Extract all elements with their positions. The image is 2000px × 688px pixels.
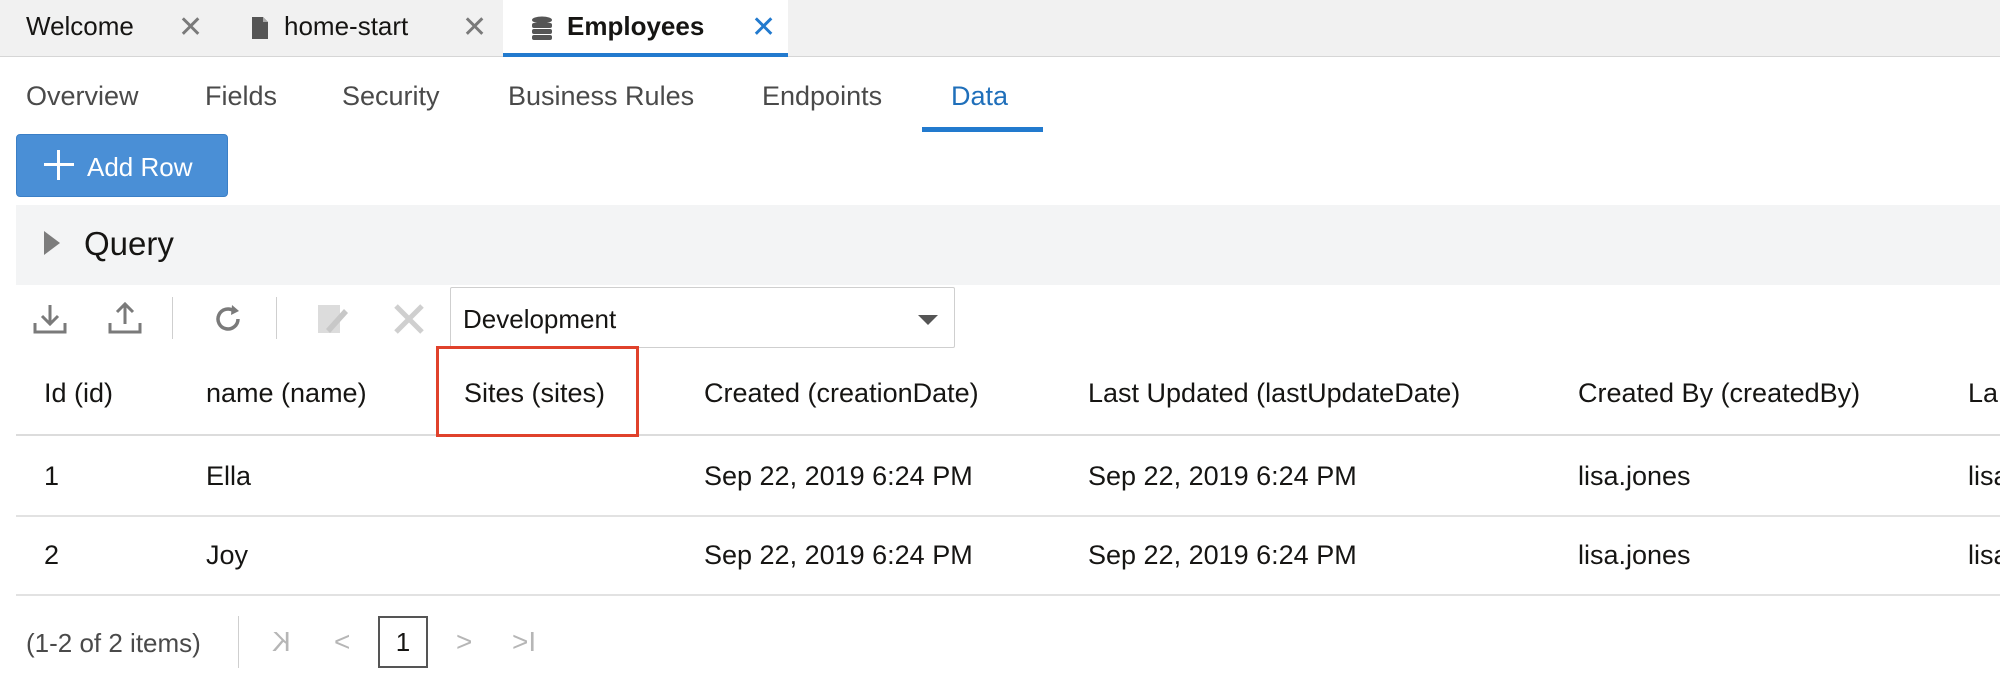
next-page-icon[interactable]: > [456, 626, 472, 658]
column-header-created[interactable]: Created (creationDate) [704, 378, 979, 409]
table-row[interactable]: 1 Ella Sep 22, 2019 6:24 PM Sep 22, 2019… [16, 438, 2000, 517]
close-icon[interactable]: ✕ [751, 10, 776, 46]
column-header-last-updated[interactable]: Last Updated (lastUpdateDate) [1088, 378, 1460, 409]
query-title: Query [84, 225, 174, 262]
editor-tab-label: Welcome [26, 11, 134, 41]
add-row-label: Add Row [87, 152, 193, 182]
cell-truncated: lisa [1968, 461, 2000, 491]
cell-last-updated: Sep 22, 2019 6:24 PM [1088, 540, 1357, 570]
expand-triangle-icon[interactable] [44, 231, 60, 255]
tab-security[interactable]: Security [342, 81, 440, 112]
delete-icon[interactable] [389, 299, 429, 339]
tab-business-rules[interactable]: Business Rules [508, 81, 694, 112]
close-icon[interactable]: ✕ [178, 10, 203, 46]
editor-tab-welcome[interactable]: Welcome ✕ [0, 0, 220, 56]
editor-tab-home-start[interactable]: home-start ✕ [220, 0, 503, 56]
pagination-divider [238, 616, 239, 668]
upload-icon[interactable] [105, 299, 145, 339]
cell-created: Sep 22, 2019 6:24 PM [704, 461, 973, 491]
toolbar-divider [172, 297, 173, 339]
tab-endpoints[interactable]: Endpoints [762, 81, 882, 112]
subtab-bar: Overview Fields Security Business Rules … [0, 57, 2000, 135]
last-page-icon[interactable]: >I [512, 626, 536, 658]
tab-overview[interactable]: Overview [26, 81, 139, 112]
pagination: (1-2 of 2 items) K < 1 > >I [16, 600, 716, 680]
cell-created: Sep 22, 2019 6:24 PM [704, 540, 973, 570]
file-icon [252, 17, 268, 39]
prev-page-icon[interactable]: < [334, 626, 350, 658]
current-page-button[interactable]: 1 [378, 616, 428, 668]
cell-created-by: lisa.jones [1578, 540, 1691, 570]
tab-fields[interactable]: Fields [205, 81, 277, 112]
editor-tab-bar: Welcome ✕ home-start ✕ Employees ✕ [0, 0, 2000, 57]
tab-data[interactable]: Data [951, 81, 1008, 112]
cell-name: Ella [206, 461, 252, 491]
table-row[interactable]: 2 Joy Sep 22, 2019 6:24 PM Sep 22, 2019 … [16, 517, 2000, 596]
first-page-icon[interactable]: K [272, 626, 291, 658]
edit-icon[interactable] [312, 299, 352, 339]
close-icon[interactable]: ✕ [462, 10, 487, 46]
cell-created-by: lisa.jones [1578, 461, 1691, 491]
cell-id: 2 [44, 540, 60, 570]
add-row-button[interactable]: Add Row [16, 134, 228, 197]
active-tab-indicator [922, 127, 1043, 132]
cell-id: 1 [44, 461, 60, 491]
data-toolbar: Development [16, 285, 2000, 349]
sites-column-highlight [436, 346, 639, 437]
cell-name: Joy [206, 540, 249, 570]
editor-tab-label: home-start [284, 11, 409, 41]
database-icon [532, 16, 552, 40]
plus-icon [44, 150, 74, 180]
refresh-icon[interactable] [208, 299, 248, 339]
cell-last-updated: Sep 22, 2019 6:24 PM [1088, 461, 1357, 491]
editor-tab-label: Employees [567, 11, 705, 41]
pagination-info: (1-2 of 2 items) [26, 628, 201, 658]
chevron-down-icon [918, 315, 938, 325]
environment-select[interactable]: Development [450, 287, 955, 348]
table-header-row: Id (id) name (name) Sites (sites) Create… [16, 350, 2000, 436]
column-header-name[interactable]: name (name) [206, 378, 367, 409]
editor-tab-employees[interactable]: Employees ✕ [503, 0, 788, 57]
environment-value: Development [463, 304, 617, 334]
column-header-created-by[interactable]: Created By (createdBy) [1578, 378, 1860, 409]
cell-truncated: lisa [1968, 540, 2000, 570]
download-icon[interactable] [30, 299, 70, 339]
column-header-id[interactable]: Id (id) [44, 378, 113, 409]
query-panel[interactable]: Query [16, 205, 2000, 285]
column-header-truncated[interactable]: La [1968, 378, 1998, 409]
toolbar-divider [276, 297, 277, 339]
